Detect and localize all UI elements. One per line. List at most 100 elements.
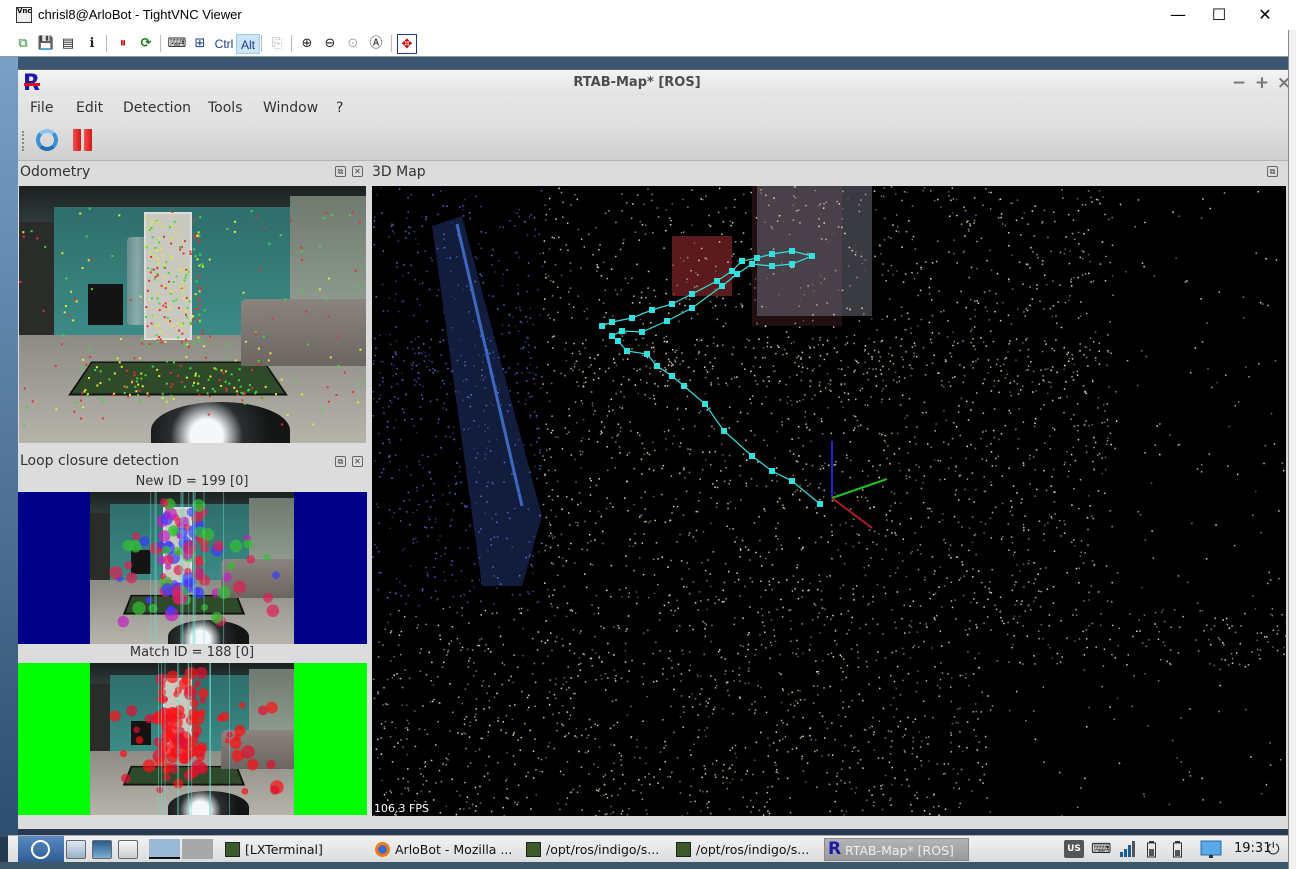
vnc-scrollbar[interactable]: [1288, 30, 1296, 869]
task-firefox[interactable]: ArloBot - Mozilla ...: [375, 838, 520, 861]
close-panel-icon[interactable]: ✕: [352, 456, 363, 467]
feature-point: [111, 255, 114, 258]
feature-point: [250, 210, 253, 213]
feature-point: [320, 409, 323, 412]
toolbar-grip-handle[interactable]: [22, 131, 25, 151]
refresh-icon[interactable]: ⟳: [136, 34, 156, 54]
show-desktop-icon[interactable]: [118, 840, 138, 859]
map3d-viewport[interactable]: 106.3 FPS: [372, 186, 1286, 816]
menu-window[interactable]: Window: [263, 100, 318, 116]
feature-point: [184, 338, 187, 341]
ctrl-key-button[interactable]: Ctrl: [212, 34, 236, 54]
network-signal-icon[interactable]: [1118, 840, 1138, 858]
feature-point: [146, 289, 149, 292]
reset-odometry-icon[interactable]: [36, 129, 58, 151]
feature-point: [262, 335, 265, 338]
zoom-out-icon[interactable]: ⊖: [320, 34, 340, 54]
feature-point: [160, 284, 163, 287]
close-button[interactable]: ✕: [1242, 0, 1288, 30]
clipboard-icon[interactable]: ⎘: [267, 34, 287, 54]
float-panel-icon[interactable]: ⧉: [335, 166, 346, 177]
menu-file[interactable]: File: [30, 100, 53, 116]
menu-help[interactable]: ?: [336, 100, 343, 116]
feature-blob: [200, 544, 209, 553]
zoom-auto-icon[interactable]: Ⓐ: [366, 34, 386, 54]
task-terminal-ros-2[interactable]: /opt/ros/indigo/s...: [676, 838, 821, 861]
feature-blob: [191, 759, 206, 774]
feature-point: [290, 219, 293, 222]
feature-point: [193, 218, 196, 221]
task-lxterminal[interactable]: [LXTerminal]: [225, 838, 365, 861]
zoom-in-icon[interactable]: ⊕: [297, 34, 317, 54]
minimize-button[interactable]: —: [1155, 0, 1201, 30]
pause-icon[interactable]: ⏸: [113, 34, 133, 54]
menu-detection[interactable]: Detection: [123, 100, 191, 116]
feature-point: [62, 334, 65, 337]
feature-point: [133, 371, 136, 374]
app-close-button[interactable]: ×: [1274, 73, 1294, 93]
desktop-pager-2[interactable]: [182, 839, 213, 859]
keyboard-icon[interactable]: ⌨: [1091, 840, 1111, 858]
feature-point: [90, 288, 93, 291]
battery-icon-2[interactable]: [1172, 840, 1184, 858]
feature-point: [26, 405, 29, 408]
options-icon[interactable]: ▤: [58, 34, 78, 54]
file-manager-icon[interactable]: [66, 840, 86, 859]
save-icon[interactable]: 💾: [36, 34, 56, 54]
start-menu-button[interactable]: [18, 836, 64, 863]
feature-point: [160, 341, 163, 344]
feature-point: [185, 268, 188, 271]
feature-point: [150, 227, 153, 230]
feature-point: [199, 303, 202, 306]
desktop-pager-1[interactable]: [149, 839, 180, 859]
feature-point: [226, 228, 229, 231]
float-panel-icon[interactable]: ⧉: [335, 456, 346, 467]
fullscreen-icon[interactable]: ✥: [397, 34, 417, 54]
info-icon[interactable]: ℹ: [82, 34, 102, 54]
feature-point: [228, 382, 231, 385]
feature-point: [243, 402, 246, 405]
new-connection-icon[interactable]: ⧉: [13, 34, 33, 54]
feature-point: [85, 363, 88, 366]
keyboard-layout-indicator[interactable]: US: [1064, 840, 1084, 858]
clock[interactable]: 19:31: [1234, 841, 1271, 856]
close-panel-icon[interactable]: ✕: [352, 166, 363, 177]
feature-point: [173, 220, 176, 223]
power-icon[interactable]: ⏻: [1267, 839, 1280, 859]
zoom-100-icon[interactable]: ⊙: [343, 34, 363, 54]
menu-tools[interactable]: Tools: [208, 100, 243, 116]
feature-point: [204, 356, 207, 359]
feature-blob: [145, 596, 153, 604]
maximize-button[interactable]: ☐: [1196, 0, 1242, 30]
terminal-icon: [225, 842, 240, 857]
app-maximize-button[interactable]: +: [1252, 73, 1272, 93]
alt-key-button[interactable]: Alt: [236, 34, 260, 54]
browser-launcher-icon[interactable]: [92, 840, 112, 859]
feature-point: [300, 250, 303, 253]
feature-point: [128, 393, 131, 396]
network-monitor-icon[interactable]: [1200, 840, 1222, 858]
feature-point: [151, 297, 154, 300]
battery-icon[interactable]: [1146, 840, 1158, 858]
ctrl-alt-del-icon[interactable]: ⌨: [167, 34, 187, 54]
loop-closure-panel: Loop closure detection ⧉ ✕ New ID = 199 …: [18, 449, 368, 829]
app-minimize-button[interactable]: −: [1229, 73, 1249, 93]
pause-icon[interactable]: [73, 129, 93, 151]
feature-point: [111, 394, 114, 397]
feature-point: [189, 321, 192, 324]
win-key-icon[interactable]: ⊞: [190, 34, 210, 54]
feature-blob: [201, 604, 209, 611]
task-rtabmap[interactable]: R RTAB-Map* [ROS]: [824, 838, 969, 861]
feature-blob: [119, 749, 128, 758]
feature-blob: [198, 688, 209, 699]
feature-point: [170, 225, 173, 228]
task-terminal-ros-1[interactable]: /opt/ros/indigo/s...: [526, 838, 671, 861]
feature-point: [185, 270, 188, 273]
feature-point: [312, 423, 315, 426]
menu-edit[interactable]: Edit: [76, 100, 103, 116]
feature-point: [149, 271, 152, 274]
feature-point: [135, 390, 138, 393]
trajectory-node: [654, 363, 660, 369]
float-panel-icon[interactable]: ⧉: [1267, 166, 1278, 177]
feature-blob: [133, 726, 140, 734]
